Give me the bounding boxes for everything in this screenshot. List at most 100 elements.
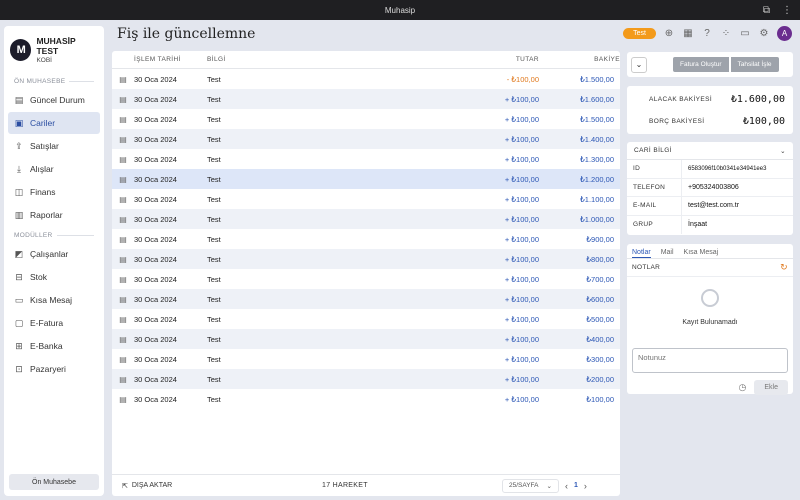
table-row[interactable]: ▤ 30 Oca 2024 Test + ₺100,00 ₺400,00 (112, 329, 620, 349)
table-row[interactable]: ▤ 30 Oca 2024 Test + ₺100,00 ₺1.300,00 (112, 149, 620, 169)
document-icon[interactable]: ▤ (112, 135, 134, 144)
row-amount: + ₺100,00 (504, 274, 539, 284)
window-icon[interactable]: ▭ (739, 28, 751, 40)
table-row[interactable]: ▤ 30 Oca 2024 Test + ₺100,00 ₺1.100,00 (112, 189, 620, 209)
sidebar-item-dashboard[interactable]: ▤ Güncel Durum (8, 89, 100, 111)
note-input[interactable] (632, 348, 788, 373)
document-icon[interactable]: ▤ (112, 175, 134, 184)
table-row[interactable]: ▤ 30 Oca 2024 Test + ₺100,00 ₺100,00 (112, 389, 620, 409)
column-header-amount[interactable]: TUTAR (407, 56, 539, 63)
tab-notes[interactable]: Notlar (632, 249, 651, 258)
sidebar-item-employees[interactable]: ◩ Çalışanlar (8, 243, 100, 265)
table-row[interactable]: ▤ 30 Oca 2024 Test + ₺100,00 ₺300,00 (112, 349, 620, 369)
table-row[interactable]: ▤ 30 Oca 2024 Test + ₺100,00 ₺700,00 (112, 269, 620, 289)
employee-icon: ◩ (14, 248, 24, 259)
clock-icon[interactable]: ◷ (739, 382, 747, 393)
tab-mail[interactable]: Mail (661, 249, 674, 258)
table-row[interactable]: ▤ 30 Oca 2024 Test + ₺100,00 ₺1.600,00 (112, 89, 620, 109)
row-amount: + ₺100,00 (504, 334, 539, 344)
table-row[interactable]: ▤ 30 Oca 2024 Test + ₺100,00 ₺1.000,00 (112, 209, 620, 229)
more-menu-icon[interactable]: ⋮ (782, 5, 792, 16)
sidebar-item-reports[interactable]: ▥ Raporlar (8, 204, 100, 226)
row-info: Test (207, 174, 221, 184)
sidebar-item-einvoice[interactable]: ▢ E-Fatura (8, 312, 100, 334)
column-header-date[interactable]: İŞLEM TARİHİ (134, 56, 207, 63)
chevron-down-icon[interactable]: ⌄ (631, 56, 647, 73)
document-icon[interactable]: ▤ (112, 275, 134, 284)
account-info-header[interactable]: CARİ BİLGİ ⌄ (627, 142, 793, 160)
prev-page-icon[interactable]: ‹ (565, 481, 568, 491)
sidebar-item-finance[interactable]: ◫ Finans (8, 181, 100, 203)
document-icon[interactable]: ▤ (112, 355, 134, 364)
sidebar-item-label: Çalışanlar (30, 249, 69, 259)
create-invoice-button[interactable]: Fatura Oluştur (672, 56, 730, 73)
table-row[interactable]: ▤ 30 Oca 2024 Test - ₺100,00 ₺1.500,00 (112, 69, 620, 89)
sidebar-item-purchases[interactable]: ⤓ Alışlar (8, 158, 100, 180)
import-icon: ⤓ (17, 163, 21, 174)
row-amount: + ₺100,00 (504, 114, 539, 124)
table-row[interactable]: ▤ 30 Oca 2024 Test + ₺100,00 ₺200,00 (112, 369, 620, 389)
export-button[interactable]: ⇱ DIŞA AKTAR (122, 482, 322, 490)
empty-message: Kayıt Bulunamadı (682, 319, 738, 326)
brand[interactable]: M MUHASİP TEST KOBİ (4, 26, 104, 72)
user-avatar[interactable]: A (777, 26, 792, 41)
document-icon[interactable]: ▤ (112, 335, 134, 344)
header-toolbar: Test ⊕ ▦ ? ⁘ ▭ ⚙ A (623, 26, 792, 41)
sidebar-item-label: Cariler (30, 118, 56, 128)
calendar-icon[interactable]: ▦ (682, 28, 694, 40)
column-header-info[interactable]: BİLGİ (207, 56, 407, 63)
tab-sms[interactable]: Kısa Mesaj (684, 249, 719, 258)
document-icon[interactable]: ▤ (112, 315, 134, 324)
table-row[interactable]: ▤ 30 Oca 2024 Test + ₺100,00 ₺1.400,00 (112, 129, 620, 149)
extensions-icon[interactable]: ⧉ (763, 5, 770, 16)
document-icon[interactable]: ▤ (112, 295, 134, 304)
sidebar-item-sales[interactable]: ⇪ Satışlar (8, 135, 100, 157)
refresh-icon[interactable]: ↻ (780, 262, 788, 273)
brand-logo: M (10, 39, 32, 61)
row-date: 30 Oca 2024 (134, 154, 177, 164)
document-icon[interactable]: ▤ (112, 395, 134, 404)
module-switcher-button[interactable]: Ön Muhasebe (9, 474, 99, 490)
table-row[interactable]: ▤ 30 Oca 2024 Test + ₺100,00 ₺1.500,00 (112, 109, 620, 129)
process-collection-button[interactable]: Tahsilat İşle (729, 56, 780, 73)
sidebar-item-stock[interactable]: ⊟ Stok (8, 266, 100, 288)
settings-icon[interactable]: ⚙ (758, 28, 770, 40)
notes-tabs: Notlar Mail Kısa Mesaj (627, 244, 793, 259)
document-icon[interactable]: ▤ (112, 75, 134, 84)
document-icon[interactable]: ▤ (112, 375, 134, 384)
sidebar-item-accounts[interactable]: ▣ Cariler (8, 112, 100, 134)
payable-value: ₺100,00 (742, 115, 785, 127)
apps-icon[interactable]: ⁘ (720, 28, 732, 40)
per-page-select[interactable]: 25/SAYFA ⌄ (502, 478, 559, 493)
current-page[interactable]: 1 (574, 482, 578, 489)
table-row[interactable]: ▤ 30 Oca 2024 Test + ₺100,00 ₺800,00 (112, 249, 620, 269)
table-header: İŞLEM TARİHİ BİLGİ TUTAR BAKİYE (112, 51, 620, 69)
document-icon[interactable]: ▤ (112, 255, 134, 264)
document-icon[interactable]: ▤ (112, 215, 134, 224)
add-note-button[interactable]: Ekle (754, 380, 788, 395)
next-page-icon[interactable]: › (584, 481, 587, 491)
table-body: ▤ 30 Oca 2024 Test - ₺100,00 ₺1.500,00 ▤ 30 Oc… (112, 69, 620, 409)
document-icon[interactable]: ▤ (112, 155, 134, 164)
invoice-icon: ▢ (14, 317, 24, 328)
row-amount: + ₺100,00 (504, 294, 539, 304)
document-icon[interactable]: ▤ (112, 195, 134, 204)
table-row[interactable]: ▤ 30 Oca 2024 Test + ₺100,00 ₺500,00 (112, 309, 620, 329)
document-icon[interactable]: ▤ (112, 115, 134, 124)
sidebar-section-accounting: ÖN MUHASEBE (4, 78, 104, 85)
sidebar-item-ebank[interactable]: ⊞ E-Banka (8, 335, 100, 357)
table-row[interactable]: ▤ 30 Oca 2024 Test + ₺100,00 ₺900,00 (112, 229, 620, 249)
help-icon[interactable]: ? (701, 28, 713, 40)
table-row[interactable]: ▤ 30 Oca 2024 Test + ₺100,00 ₺1.200,00 (112, 169, 620, 189)
account-info-title: CARİ BİLGİ (634, 147, 672, 154)
sidebar-item-marketplace[interactable]: ⊡ Pazaryeri (8, 358, 100, 380)
document-icon[interactable]: ▤ (112, 235, 134, 244)
sidebar-item-sms[interactable]: ▭ Kısa Mesaj (8, 289, 100, 311)
column-header-balance[interactable]: BAKİYE (539, 56, 620, 63)
environment-badge[interactable]: Test (623, 28, 656, 39)
table-row[interactable]: ▤ 30 Oca 2024 Test + ₺100,00 ₺600,00 (112, 289, 620, 309)
sidebar-item-label: Raporlar (30, 210, 63, 220)
add-icon[interactable]: ⊕ (663, 28, 675, 40)
chevron-down-icon: ⌄ (546, 482, 552, 490)
document-icon[interactable]: ▤ (112, 95, 134, 104)
